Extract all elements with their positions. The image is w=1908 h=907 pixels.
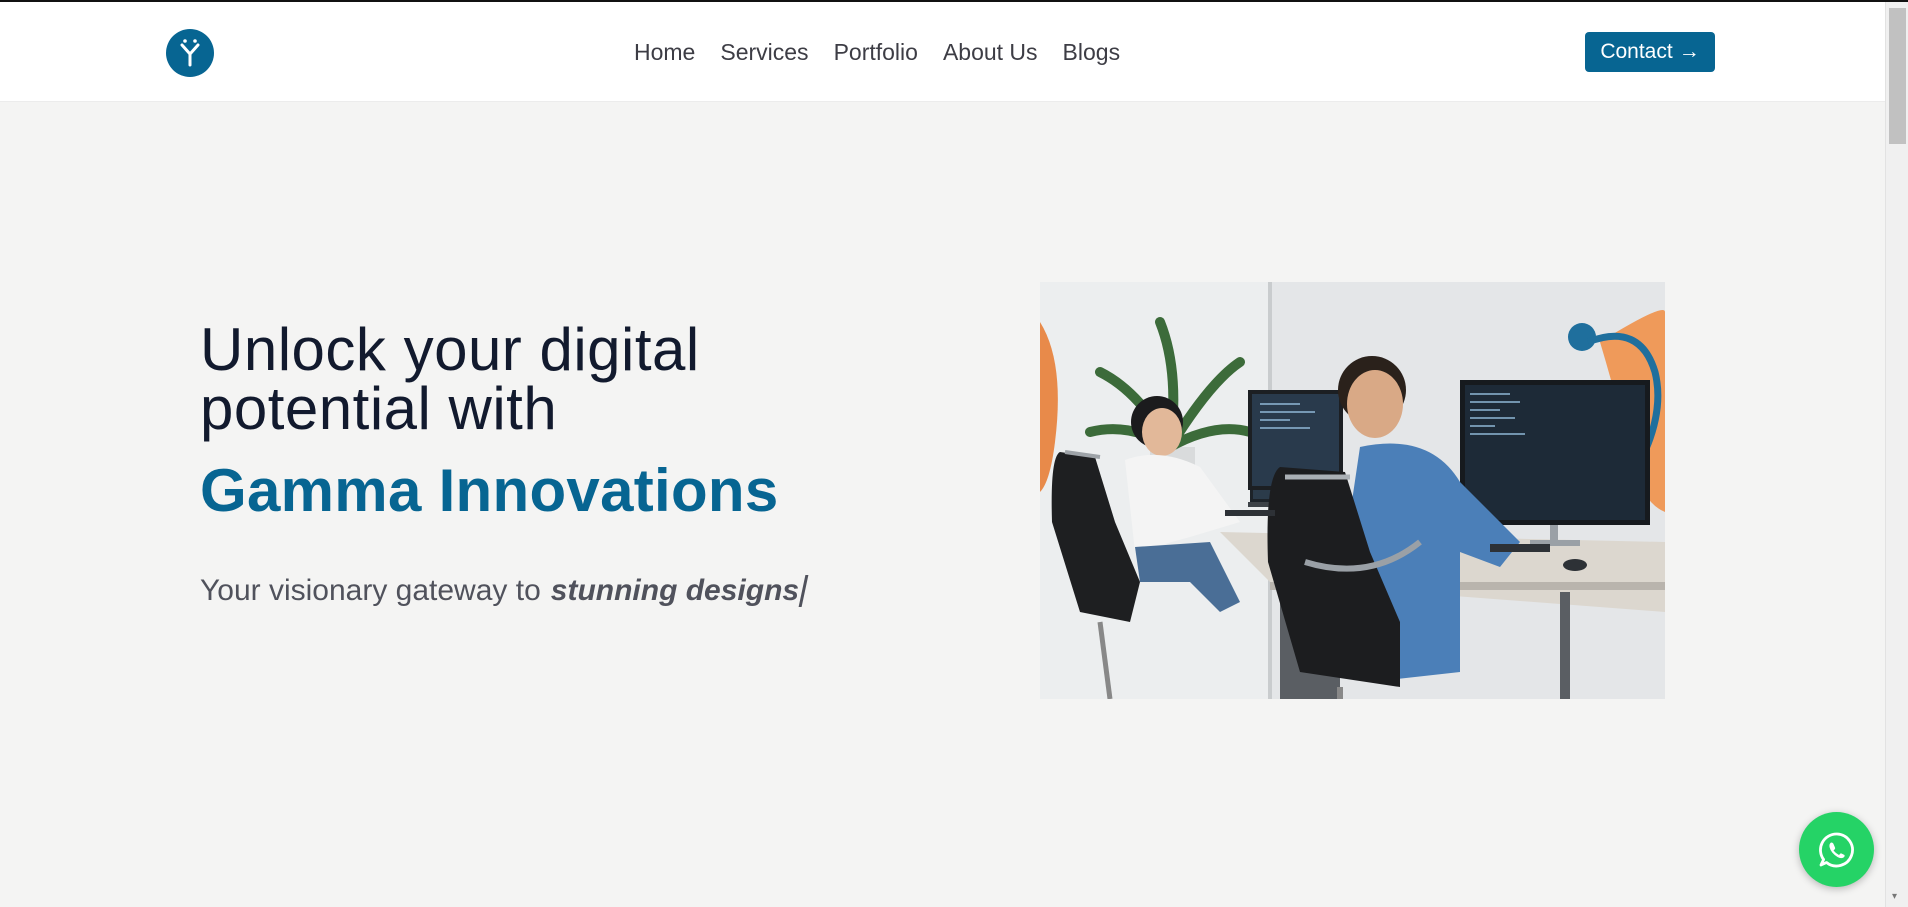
site-header: Home Services Portfolio About Us Blogs C… <box>0 2 1885 102</box>
scroll-down-arrow-icon[interactable]: ▾ <box>1892 892 1902 902</box>
site-logo[interactable] <box>166 29 214 77</box>
contact-button[interactable]: Contact → <box>1585 32 1715 72</box>
arrow-right-icon: → <box>1678 40 1700 63</box>
main-nav: Home Services Portfolio About Us Blogs <box>634 36 1145 68</box>
office-illustration <box>1040 282 1665 699</box>
hero-tagline: Your visionary gateway to stunning desig… <box>200 574 920 608</box>
hero-image <box>1040 282 1665 699</box>
nav-portfolio[interactable]: Portfolio <box>834 36 918 68</box>
contact-button-label: Contact <box>1600 40 1673 63</box>
page-viewport: Home Services Portfolio About Us Blogs C… <box>0 2 1885 907</box>
tagline-typed-text: stunning designs <box>550 574 800 607</box>
nav-home[interactable]: Home <box>634 36 695 68</box>
typing-caret <box>798 575 809 607</box>
tagline-prefix: Your visionary gateway to <box>200 574 541 607</box>
vertical-scrollbar[interactable]: ▾ <box>1885 2 1908 907</box>
hero-heading-line-1: Unlock your digital <box>200 316 700 383</box>
y-logo-icon <box>180 39 200 67</box>
nav-services[interactable]: Services <box>720 36 808 68</box>
nav-about-us[interactable]: About Us <box>943 36 1038 68</box>
whatsapp-icon <box>1818 832 1854 867</box>
nav-blogs[interactable]: Blogs <box>1063 36 1121 68</box>
hero-brand-name: Gamma Innovations <box>200 457 779 524</box>
hero-text: Unlock your digital potential with Gamma… <box>200 320 920 608</box>
whatsapp-button[interactable] <box>1799 812 1874 887</box>
hero-heading-line-2: potential with <box>200 375 558 442</box>
scrollbar-thumb[interactable] <box>1889 8 1906 144</box>
